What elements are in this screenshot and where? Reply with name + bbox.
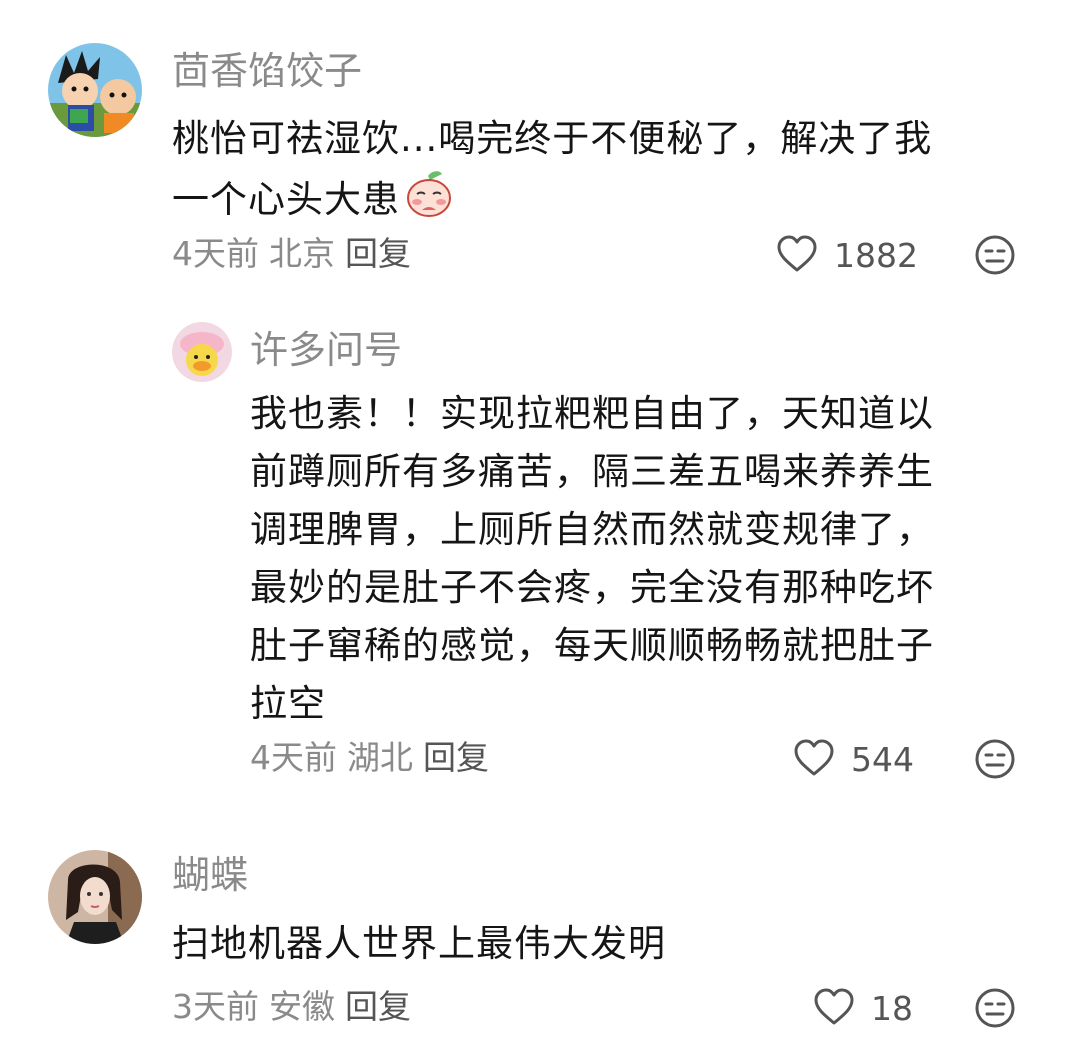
- reply-button[interactable]: 回复: [423, 738, 489, 777]
- comment-text-line: 桃怡可祛湿饮...喝完终于不便秘了，解决了我: [172, 117, 933, 160]
- comment-location: 安徽: [269, 987, 335, 1026]
- dislike-button[interactable]: [974, 738, 1016, 784]
- comment-text-line: 一个心头大患: [172, 168, 932, 235]
- comment-text-line: 调理脾胃，上厕所自然而然就变规律了，: [250, 508, 934, 551]
- comment-text-line: 我也素！！实现拉粑粑自由了，天知道以: [250, 392, 934, 435]
- username[interactable]: 茴香馅饺子: [172, 48, 362, 94]
- comment-time: 4天前: [250, 738, 337, 777]
- like-button[interactable]: 1882: [776, 234, 918, 278]
- comment-time: 4天前: [172, 234, 259, 273]
- like-button[interactable]: 18: [813, 987, 913, 1031]
- comment-text: 桃怡可祛湿饮...喝完终于不便秘了，解决了我 一个心头大患: [172, 110, 932, 235]
- comment-text: 扫地机器人世界上最伟大发明: [172, 915, 666, 973]
- like-count: 544: [851, 740, 914, 779]
- dislike-button[interactable]: [974, 987, 1016, 1033]
- comment-text-line: 最妙的是肚子不会疼，完全没有那种吃坏: [250, 566, 934, 609]
- comment-text-line: 前蹲厕所有多痛苦，隔三差五喝来养养生: [250, 450, 934, 493]
- comment-location: 湖北: [347, 738, 413, 777]
- heart-outline-icon: [813, 987, 855, 1031]
- comment-meta: 4天前 北京 回复: [172, 234, 421, 274]
- comment-text-line: 拉空: [250, 682, 326, 725]
- comment-meta: 4天前 湖北 回复: [250, 738, 499, 778]
- comment-meta: 3天前 安徽 回复: [172, 987, 421, 1027]
- heart-outline-icon: [776, 234, 818, 278]
- like-button[interactable]: 544: [793, 738, 914, 782]
- like-count: 18: [871, 989, 913, 1028]
- comment-text-line: 扫地机器人世界上最伟大发明: [172, 922, 666, 965]
- like-count: 1882: [834, 236, 918, 275]
- avatar[interactable]: [48, 43, 142, 137]
- neutral-face-icon: [974, 739, 1016, 784]
- dislike-button[interactable]: [974, 234, 1016, 280]
- username[interactable]: 许多问号: [250, 327, 402, 373]
- comment-text-line: 肚子窜稀的感觉，每天顺顺畅畅就把肚子: [250, 624, 934, 667]
- neutral-face-icon: [974, 235, 1016, 280]
- avatar[interactable]: [48, 850, 142, 944]
- avatar[interactable]: [172, 322, 232, 382]
- neutral-face-icon: [974, 988, 1016, 1033]
- comment-location: 北京: [269, 234, 335, 273]
- comment-text: 我也素！！实现拉粑粑自由了，天知道以 前蹲厕所有多痛苦，隔三差五喝来养养生 调理…: [250, 385, 934, 733]
- reply-button[interactable]: 回复: [345, 987, 411, 1026]
- reply-button[interactable]: 回复: [345, 234, 411, 273]
- username[interactable]: 蝴蝶: [172, 852, 248, 898]
- heart-outline-icon: [793, 738, 835, 782]
- peach-face-emoji-icon: [404, 168, 454, 235]
- comment-time: 3天前: [172, 987, 259, 1026]
